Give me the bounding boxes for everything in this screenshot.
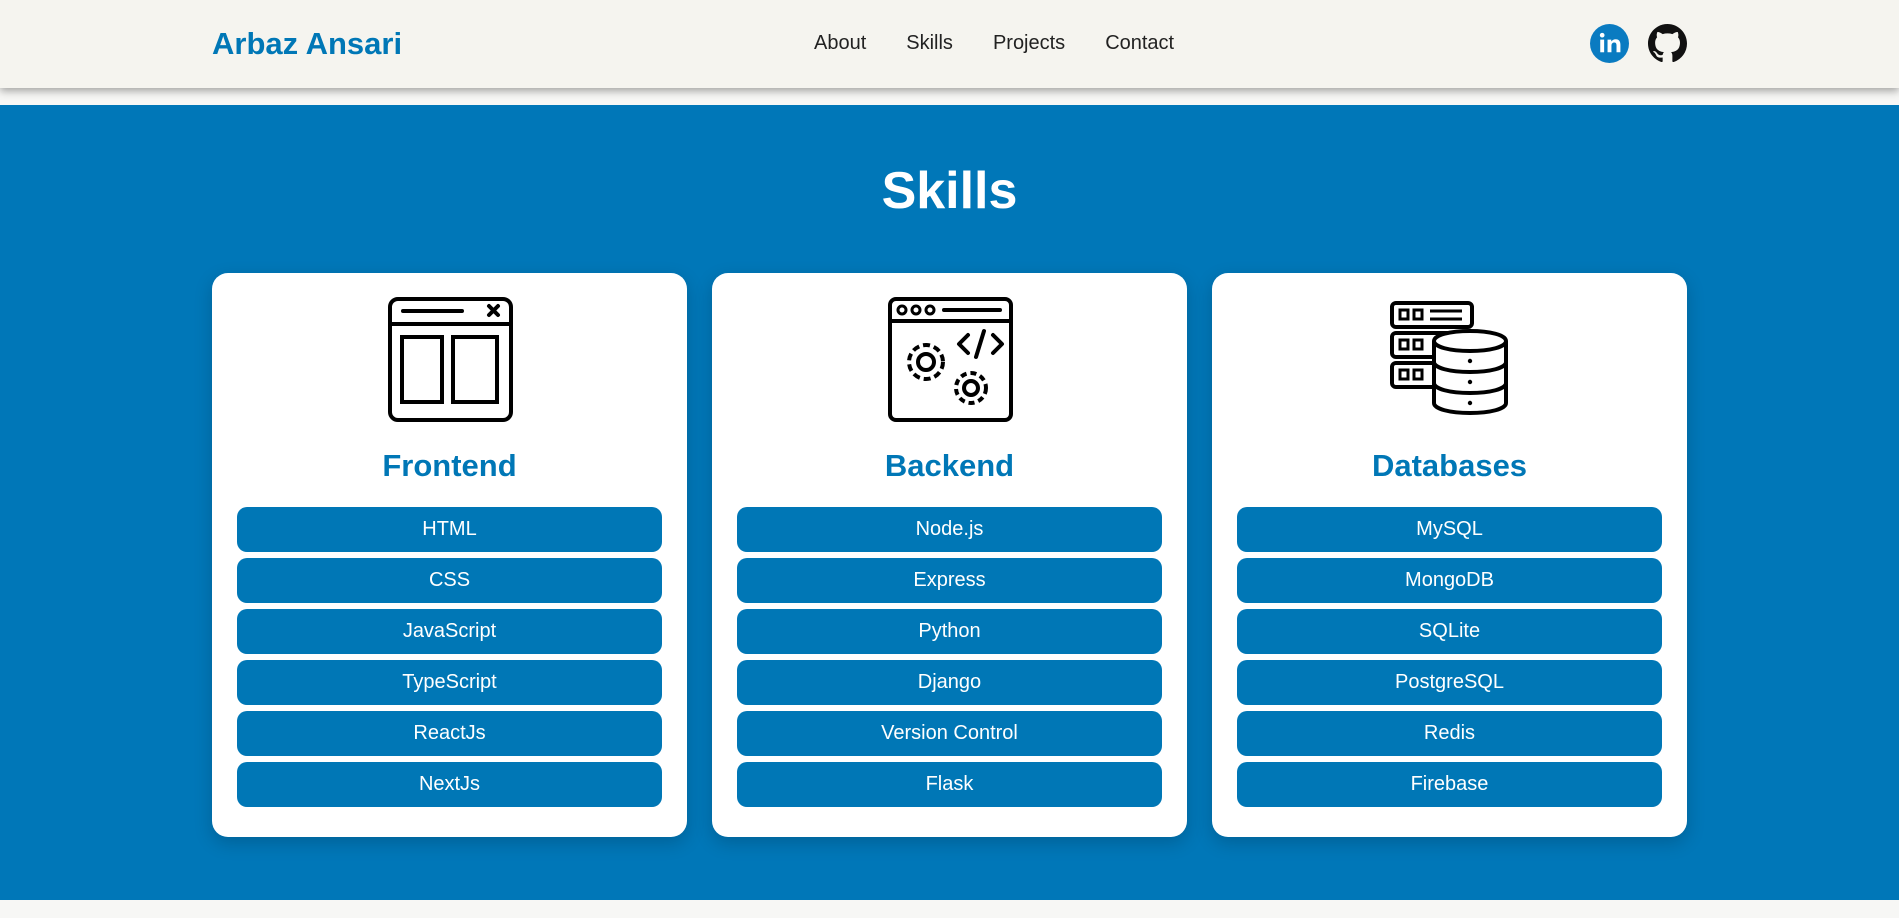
nav-link-contact[interactable]: Contact bbox=[1105, 32, 1174, 55]
skill-item: JavaScript bbox=[237, 609, 662, 654]
social-links bbox=[1590, 24, 1687, 63]
skill-card-databases: Databases MySQL MongoDB SQLite PostgreSQ… bbox=[1212, 273, 1687, 837]
nav-links: About Skills Projects Contact bbox=[814, 32, 1174, 55]
nav-link-projects[interactable]: Projects bbox=[993, 32, 1065, 55]
skill-item: Node.js bbox=[737, 507, 1162, 552]
skill-item: MySQL bbox=[1237, 507, 1662, 552]
skill-item: CSS bbox=[237, 558, 662, 603]
skills-section: Skills Frontend HTML CSS JavaScript Type… bbox=[0, 105, 1899, 900]
skill-item: Version Control bbox=[737, 711, 1162, 756]
skill-item: TypeScript bbox=[237, 660, 662, 705]
skill-item: Flask bbox=[737, 762, 1162, 807]
skill-item: Express bbox=[737, 558, 1162, 603]
card-title: Databases bbox=[1371, 448, 1528, 483]
nav-link-about[interactable]: About bbox=[814, 32, 866, 55]
browser-window-icon bbox=[388, 297, 513, 422]
skill-card-frontend: Frontend HTML CSS JavaScript TypeScript … bbox=[212, 273, 687, 837]
github-link[interactable] bbox=[1648, 24, 1687, 63]
skill-list: HTML CSS JavaScript TypeScript ReactJs N… bbox=[237, 507, 662, 813]
skill-item: NextJs bbox=[237, 762, 662, 807]
skill-item: Redis bbox=[1237, 711, 1662, 756]
database-server-icon bbox=[1390, 301, 1508, 416]
skill-item: SQLite bbox=[1237, 609, 1662, 654]
nav-link-skills[interactable]: Skills bbox=[906, 32, 953, 55]
code-settings-icon bbox=[888, 297, 1013, 422]
skill-card-backend: Backend Node.js Express Python Django Ve… bbox=[712, 273, 1187, 837]
skill-item: MongoDB bbox=[1237, 558, 1662, 603]
skill-item: Firebase bbox=[1237, 762, 1662, 807]
linkedin-icon bbox=[1590, 24, 1629, 63]
card-title: Frontend bbox=[382, 448, 517, 483]
github-icon bbox=[1648, 24, 1687, 63]
skill-item: PostgreSQL bbox=[1237, 660, 1662, 705]
skill-item: Django bbox=[737, 660, 1162, 705]
skill-list: MySQL MongoDB SQLite PostgreSQL Redis Fi… bbox=[1237, 507, 1662, 813]
navbar: Arbaz Ansari About Skills Projects Conta… bbox=[0, 0, 1899, 88]
section-title: Skills bbox=[881, 162, 1018, 220]
skill-list: Node.js Express Python Django Version Co… bbox=[737, 507, 1162, 813]
skill-item: Python bbox=[737, 609, 1162, 654]
card-title: Backend bbox=[884, 448, 1015, 483]
skill-item: ReactJs bbox=[237, 711, 662, 756]
skill-item: HTML bbox=[237, 507, 662, 552]
brand-logo[interactable]: Arbaz Ansari bbox=[212, 26, 402, 62]
linkedin-link[interactable] bbox=[1590, 24, 1629, 63]
